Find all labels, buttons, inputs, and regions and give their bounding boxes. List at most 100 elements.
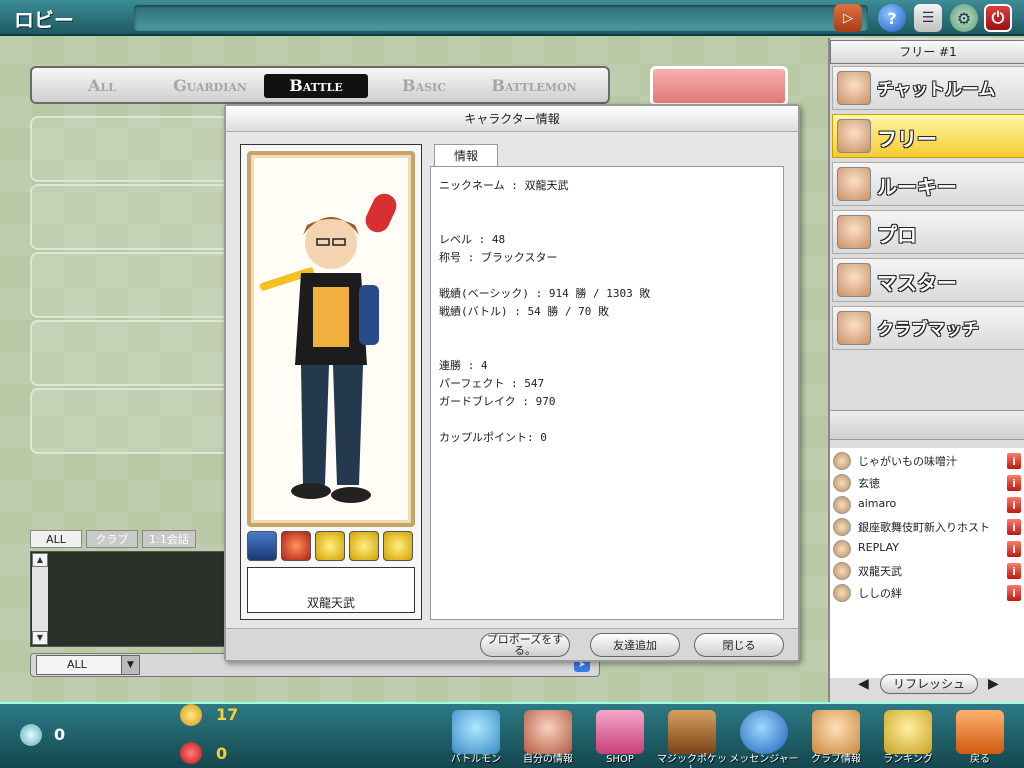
- user-row[interactable]: aimaro i: [830, 494, 1024, 516]
- tab-all[interactable]: All: [72, 74, 132, 98]
- magic-pocket-button[interactable]: マジックポケット: [657, 708, 727, 768]
- avatar: [837, 263, 871, 297]
- user-row[interactable]: じゃがいもの味噌汁 i: [830, 450, 1024, 472]
- channel-header: フリー #1: [830, 40, 1024, 64]
- chat-tab-all[interactable]: ALL: [30, 530, 82, 548]
- settings-icon[interactable]: ⚙: [950, 4, 978, 32]
- club-info-button[interactable]: クラブ情報: [806, 708, 866, 768]
- close-button[interactable]: 閉じる: [694, 633, 784, 657]
- my-info-button[interactable]: 自分の情報: [518, 708, 578, 768]
- room-row[interactable]: [30, 184, 250, 250]
- avatar: [833, 584, 851, 602]
- tab-battle[interactable]: Battle: [264, 74, 368, 98]
- info-icon[interactable]: i: [1006, 518, 1022, 536]
- room-row[interactable]: [30, 388, 250, 454]
- add-friend-button[interactable]: 友達追加: [590, 633, 680, 657]
- room-item-free[interactable]: フリー: [832, 114, 1024, 158]
- avatar: [833, 562, 851, 580]
- info-perfect: パーフェクト : 547: [439, 377, 545, 390]
- scroll-up-icon[interactable]: ▲: [32, 553, 48, 567]
- user-row[interactable]: 銀座歌舞伎町新入りホスト i: [830, 516, 1024, 538]
- chat-filter-select[interactable]: ALL ▼: [36, 655, 140, 675]
- propose-button[interactable]: プロポーズをする。: [480, 633, 570, 657]
- room-row[interactable]: [30, 116, 250, 182]
- power-icon[interactable]: ⏻: [984, 4, 1012, 32]
- back-button[interactable]: 戻る: [950, 708, 1010, 768]
- avatar: [837, 167, 871, 201]
- coin-count: 17: [216, 705, 239, 724]
- room-item-pro[interactable]: プロ: [832, 210, 1024, 254]
- chat-tab-private[interactable]: 1:1会話: [142, 530, 196, 548]
- page-prev-icon[interactable]: ◀: [858, 676, 869, 692]
- divider: [830, 410, 1024, 440]
- user-name: 双龍天武: [858, 565, 902, 578]
- item-slot-icon[interactable]: [349, 531, 379, 561]
- room-item-club-match[interactable]: クラブマッチ: [832, 306, 1024, 350]
- character-frame: 双龍天武: [240, 144, 422, 620]
- user-list: じゃがいもの味噌汁 i 玄徳 i aimaro i 銀座歌舞伎町新入りホスト i…: [830, 448, 1024, 678]
- room-item-label: フリー: [877, 127, 937, 151]
- button-label: マジックポケット: [657, 754, 727, 768]
- item-slot-icon[interactable]: [281, 531, 311, 561]
- dialog-title: キャラクター情報: [226, 106, 798, 132]
- top-bar: ロビー ▷ ? ☰ ⚙ ⏻: [0, 0, 1024, 36]
- megaphone-icon[interactable]: ▷: [834, 4, 862, 32]
- room-item-chat[interactable]: チャットルーム: [832, 66, 1024, 110]
- promo-card[interactable]: [650, 66, 788, 106]
- tab-basic[interactable]: Basic: [384, 74, 464, 98]
- user-name: 玄徳: [858, 477, 880, 490]
- user-name: 銀座歌舞伎町新入りホスト: [858, 521, 990, 534]
- info-icon[interactable]: i: [1006, 584, 1022, 602]
- chevron-down-icon[interactable]: ▼: [121, 656, 139, 674]
- room-row[interactable]: [30, 320, 250, 386]
- user-row[interactable]: 玄徳 i: [830, 472, 1024, 494]
- room-item-master[interactable]: マスター: [832, 258, 1024, 302]
- info-guard-break: ガードブレイク : 970: [439, 395, 556, 408]
- tab-battlemon[interactable]: Battlemon: [476, 74, 592, 98]
- info-panel: ニックネーム : 双龍天武 レベル : 48 称号 : ブラックスター 戦績(ベ…: [430, 166, 784, 620]
- heart-count: 0: [216, 744, 228, 763]
- avatar: [837, 71, 871, 105]
- info-record-battle: 戦績(バトル) : 54 勝 / 70 敗: [439, 305, 610, 318]
- ranking-button[interactable]: ランキング: [878, 708, 938, 768]
- battlemon-button[interactable]: バトルモン: [446, 708, 506, 768]
- messenger-button[interactable]: メッセンジャー: [729, 708, 799, 768]
- notes-icon[interactable]: ☰: [914, 4, 942, 32]
- room-item-label: チャットルーム: [877, 80, 996, 100]
- info-icon[interactable]: i: [1006, 540, 1022, 558]
- scroll-down-icon[interactable]: ▼: [32, 631, 48, 645]
- room-row[interactable]: [30, 252, 250, 318]
- room-item-label: クラブマッチ: [877, 320, 979, 340]
- shop-button[interactable]: SHOP: [590, 708, 650, 768]
- avatar: [833, 452, 851, 470]
- door-icon: [956, 710, 1004, 754]
- chat-tab-club[interactable]: クラブ: [86, 530, 138, 548]
- item-slot-icon[interactable]: [315, 531, 345, 561]
- right-panel: フリー #1 チャットルーム フリー ルーキー プロ マスター クラブマッチ じ…: [828, 38, 1024, 702]
- bottom-bar: 0 17 0 バトルモン 自分の情報 SHOP マジックポケット メッセンジャー…: [0, 702, 1024, 768]
- user-row[interactable]: ししの絆 i: [830, 582, 1024, 604]
- info-icon[interactable]: i: [1006, 562, 1022, 580]
- info-level: レベル : 48: [439, 233, 506, 246]
- tab-guardian[interactable]: Guardian: [162, 74, 258, 98]
- chat-scrollbar[interactable]: ▲ ▼: [32, 553, 48, 645]
- chat-log: [30, 551, 226, 647]
- info-icon[interactable]: i: [1006, 496, 1022, 514]
- user-name: aimaro: [858, 497, 897, 510]
- page-next-icon[interactable]: ▶: [988, 676, 999, 692]
- button-label: バトルモン: [450, 754, 502, 765]
- room-item-label: プロ: [877, 223, 917, 247]
- room-item-rookie[interactable]: ルーキー: [832, 162, 1024, 206]
- tab-info[interactable]: 情報: [434, 144, 498, 166]
- user-row[interactable]: REPLAY i: [830, 538, 1024, 560]
- info-icon[interactable]: i: [1006, 474, 1022, 492]
- user-name: ししの絆: [858, 587, 902, 600]
- help-icon[interactable]: ?: [878, 4, 906, 32]
- gem-count: 0: [54, 725, 66, 744]
- gem-icon: [20, 724, 42, 746]
- item-slot-icon[interactable]: [247, 531, 277, 561]
- info-icon[interactable]: i: [1006, 452, 1022, 470]
- user-row[interactable]: 双龍天武 i: [830, 560, 1024, 582]
- item-slot-icon[interactable]: [383, 531, 413, 561]
- refresh-button[interactable]: リフレッシュ: [880, 674, 978, 694]
